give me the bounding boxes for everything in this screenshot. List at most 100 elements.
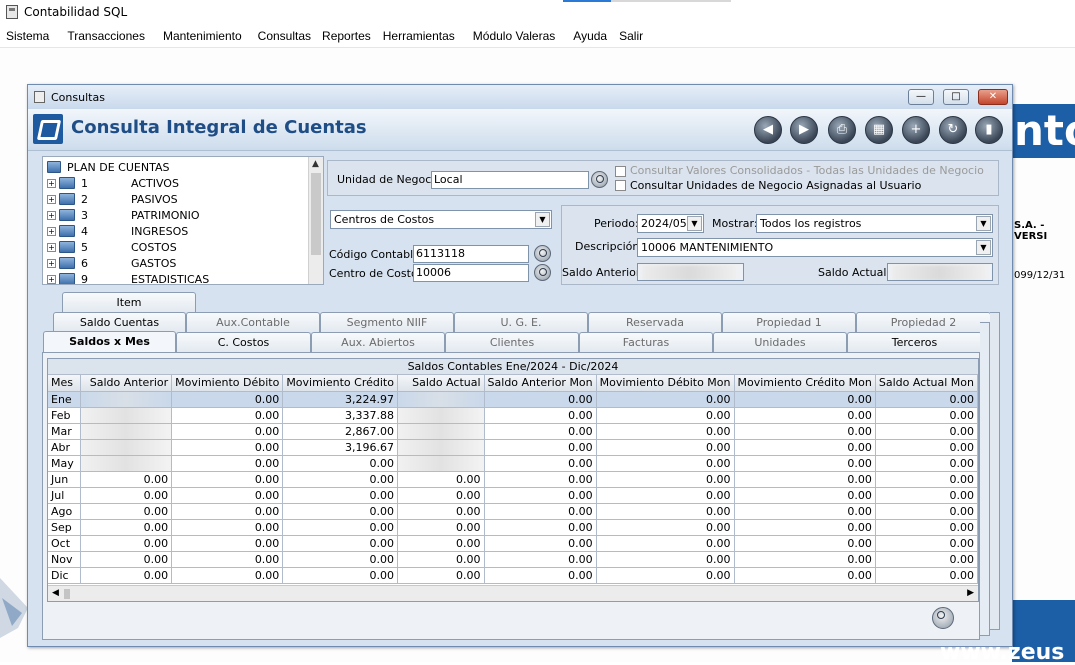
window-titlebar[interactable]: Consultas — □ ✕ xyxy=(28,85,1012,109)
consolidados-checkbox[interactable] xyxy=(615,166,626,177)
expand-icon[interactable]: + xyxy=(47,242,56,252)
asignadas-checkbox[interactable] xyxy=(615,180,626,191)
tree-scrollbar[interactable]: ▲ xyxy=(308,157,323,284)
mostrar-select[interactable]: Todos los registros ▼ xyxy=(756,214,993,233)
tab-propiedad-1[interactable]: Propiedad 1 xyxy=(722,312,856,332)
chevron-down-icon[interactable]: ▼ xyxy=(976,240,991,255)
menu-salir[interactable]: Salir xyxy=(613,29,649,43)
expand-icon[interactable]: + xyxy=(47,210,56,220)
table-row[interactable]: Feb 0.00 3,337.88 0.00 0.00 0.00 0.00 xyxy=(48,407,978,424)
tree-item-gastos[interactable]: +6 GASTOS xyxy=(47,255,176,271)
tab-facturas[interactable]: Facturas xyxy=(579,332,713,352)
tree-item-activos[interactable]: +1 ACTIVOS xyxy=(47,175,179,191)
tab-item[interactable]: Item xyxy=(62,292,196,312)
expand-icon[interactable]: + xyxy=(47,178,56,188)
menu-consultas[interactable]: Consultas xyxy=(252,29,317,43)
table-cell: 0.00 xyxy=(282,519,398,536)
menu-sistema[interactable]: Sistema xyxy=(0,29,55,43)
descripcion-select[interactable]: 10006 MANTENIMIENTO ▼ xyxy=(637,238,993,257)
maximize-button[interactable]: □ xyxy=(943,89,969,105)
col-header-saldo-actual-mon[interactable]: Saldo Actual Mon xyxy=(875,375,978,392)
cell-mes: May xyxy=(48,455,81,472)
table-row[interactable]: Sep 0.00 0.00 0.00 0.00 0.00 0.00 0.00 0.00 xyxy=(48,519,978,536)
tab-propiedad-2[interactable]: Propiedad 2 xyxy=(856,312,991,332)
expand-icon[interactable]: + xyxy=(47,258,56,268)
menu-mantenimiento[interactable]: Mantenimiento xyxy=(157,29,248,43)
tree-root[interactable]: PLAN DE CUENTAS xyxy=(47,159,169,175)
table-row[interactable]: Oct 0.00 0.00 0.00 0.00 0.00 0.00 0.00 0.00 xyxy=(48,535,978,552)
menu-transacciones[interactable]: Transacciones xyxy=(61,29,151,43)
tab-terceros[interactable]: Terceros xyxy=(847,332,982,352)
tree-item-pasivos[interactable]: +2 PASIVOS xyxy=(47,191,178,207)
next-icon[interactable]: ▶ xyxy=(790,116,818,144)
tab-aux-abiertos[interactable]: Aux. Abiertos xyxy=(311,332,445,352)
close-button[interactable]: ✕ xyxy=(978,89,1008,105)
scroll-up-icon[interactable]: ▲ xyxy=(312,159,319,169)
col-header-mes[interactable]: Mes xyxy=(48,375,81,392)
expand-icon[interactable]: + xyxy=(47,226,56,236)
account-tree[interactable]: PLAN DE CUENTAS +1 ACTIVOS +2 PASIVOS +3 PA… xyxy=(42,156,324,285)
scroll-left-icon[interactable]: ◀ xyxy=(52,588,59,598)
menu-herramientas[interactable]: Herramientas xyxy=(377,29,461,43)
codigo-contable-field[interactable]: 6113118 xyxy=(413,245,529,263)
tree-item-ingresos[interactable]: +4 INGRESOS xyxy=(47,223,188,239)
table-cell: 0.00 xyxy=(282,471,398,488)
chevron-down-icon[interactable]: ▼ xyxy=(976,216,991,231)
tree-item-patrimonio[interactable]: +3 PATRIMONIO xyxy=(47,207,200,223)
table-row[interactable]: May 0.00 0.00 0.00 0.00 0.00 0.00 xyxy=(48,455,978,472)
bottom-search-icon[interactable] xyxy=(932,607,954,629)
tab-saldo-cuentas[interactable]: Saldo Cuentas xyxy=(53,312,186,332)
tab-segmento-niif[interactable]: Segmento NIIF xyxy=(320,312,454,332)
col-header-mov-debito[interactable]: Movimiento Débito xyxy=(171,375,284,392)
exit-icon[interactable]: ▮ xyxy=(975,116,1003,144)
col-header-saldo-anterior[interactable]: Saldo Anterior xyxy=(80,375,173,392)
scroll-thumb[interactable] xyxy=(311,173,321,255)
unidad-negocio-field[interactable]: Local xyxy=(431,171,589,189)
col-header-mov-credito[interactable]: Movimiento Crédito xyxy=(282,375,398,392)
tab-clientes[interactable]: Clientes xyxy=(445,332,579,352)
chevron-down-icon[interactable]: ▼ xyxy=(535,212,550,227)
expand-icon[interactable]: + xyxy=(47,194,56,204)
menu-modulo-valeras[interactable]: Módulo Valeras xyxy=(467,29,562,43)
search-codigo-icon[interactable] xyxy=(534,245,551,262)
col-header-saldo-anterior-mon[interactable]: Saldo Anterior Mon xyxy=(484,375,597,392)
tipo-consulta-select[interactable]: Centros de Costos ▼ xyxy=(330,210,552,229)
col-header-mov-debito-mon[interactable]: Movimiento Débito Mon xyxy=(596,375,735,392)
chevron-down-icon[interactable]: ▼ xyxy=(687,216,702,231)
tab-uge[interactable]: U. G. E. xyxy=(454,312,588,332)
previous-icon[interactable]: ◀ xyxy=(754,116,782,144)
print-icon[interactable]: ⎙ xyxy=(828,116,856,144)
calculator-icon[interactable]: ▦ xyxy=(865,116,893,144)
new-document-icon[interactable]: + xyxy=(902,116,930,144)
table-row[interactable]: Abr 0.00 3,196.67 0.00 0.00 0.00 0.00 xyxy=(48,439,978,456)
periodo-select[interactable]: 2024/05 ▼ xyxy=(637,214,704,233)
refresh-icon[interactable]: ↻ xyxy=(939,116,967,144)
menu-reportes[interactable]: Reportes xyxy=(316,29,377,43)
table-row[interactable]: Jun 0.00 0.00 0.00 0.00 0.00 0.00 0.00 0.00 xyxy=(48,471,978,488)
table-row[interactable]: Ene 0.00 3,224.97 0.00 0.00 0.00 0.00 xyxy=(48,391,978,408)
minimize-button[interactable]: — xyxy=(908,89,934,105)
tree-item-costos[interactable]: +5 COSTOS xyxy=(47,239,177,255)
table-row[interactable]: Mar 0.00 2,867.00 0.00 0.00 0.00 0.00 xyxy=(48,423,978,440)
scroll-right-icon[interactable]: ▶ xyxy=(967,588,974,598)
tab-unidades[interactable]: Unidades xyxy=(713,332,847,352)
scroll-thumb[interactable] xyxy=(64,589,70,599)
table-row[interactable]: Ago 0.00 0.00 0.00 0.00 0.00 0.00 0.00 0.00 xyxy=(48,503,978,520)
centro-costo-field[interactable]: 10006 xyxy=(413,264,529,282)
tab-reservada[interactable]: Reservada xyxy=(588,312,722,332)
col-header-saldo-actual[interactable]: Saldo Actual xyxy=(397,375,485,392)
table-row[interactable]: Nov 0.00 0.00 0.00 0.00 0.00 0.00 0.00 0.00 xyxy=(48,551,978,568)
tab-saldos-x-mes[interactable]: Saldos x Mes xyxy=(43,331,176,353)
search-unidad-icon[interactable] xyxy=(591,171,608,188)
tab-aux-contable[interactable]: Aux.Contable xyxy=(186,312,320,332)
tree-item-estadisticas[interactable]: +9 ESTADISTICAS xyxy=(47,271,209,284)
grid-horizontal-scrollbar[interactable]: ◀ ▶ xyxy=(48,585,978,601)
col-header-mov-credito-mon[interactable]: Movimiento Crédito Mon xyxy=(734,375,876,392)
expand-icon[interactable]: + xyxy=(47,274,56,284)
search-centro-icon[interactable] xyxy=(534,264,551,281)
saldos-grid[interactable]: Saldos Contables Ene/2024 - Dic/2024 Mes… xyxy=(47,358,979,602)
menu-ayuda[interactable]: Ayuda xyxy=(567,29,613,43)
table-row[interactable]: Dic 0.00 0.00 0.00 0.00 0.00 0.00 0.00 0.00 xyxy=(48,567,978,584)
tab-c-costos[interactable]: C. Costos xyxy=(176,332,311,352)
table-row[interactable]: Jul 0.00 0.00 0.00 0.00 0.00 0.00 0.00 0.00 xyxy=(48,487,978,504)
